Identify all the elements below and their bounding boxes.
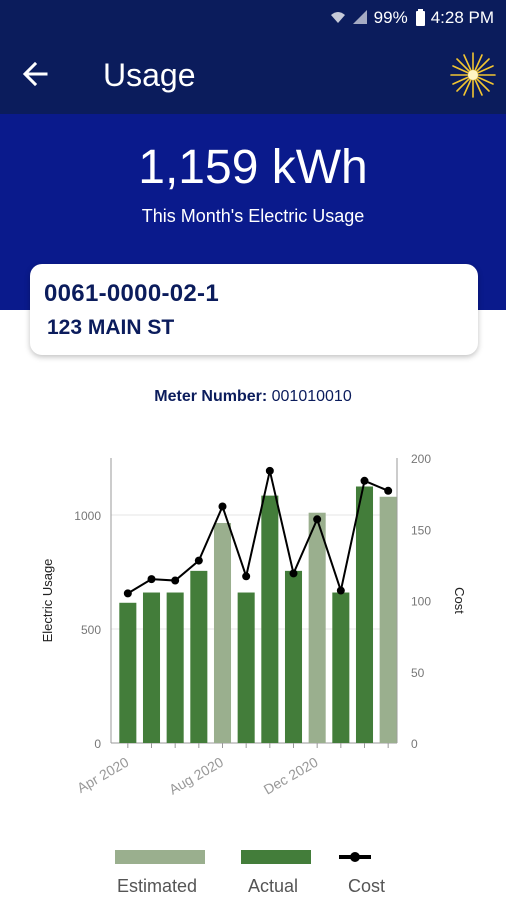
usage-bar <box>237 592 255 743</box>
y2-tick-label: 50 <box>411 666 425 680</box>
cost-point <box>242 572 251 581</box>
cost-point <box>171 576 180 585</box>
cost-point <box>123 589 132 598</box>
legend-label-cost: Cost <box>348 876 386 896</box>
signal-icon <box>352 9 368 27</box>
cost-point <box>194 556 203 565</box>
usage-bar <box>166 592 184 743</box>
usage-bar <box>332 592 350 743</box>
y-tick-label: 500 <box>81 623 101 637</box>
x-tick-label: Aug 2020 <box>166 754 226 798</box>
battery-icon <box>415 8 425 26</box>
chart-legend: Estimated Actual Cost <box>0 846 506 900</box>
y2-tick-label: 200 <box>411 452 431 466</box>
usage-bar <box>379 496 397 743</box>
sunburst-logo-icon <box>448 50 498 100</box>
y-tick-label: 1000 <box>74 509 101 523</box>
cost-point <box>218 502 227 511</box>
cost-point <box>313 515 322 524</box>
usage-bar <box>142 592 161 743</box>
y-axis-title: Electric Usage <box>40 559 55 643</box>
account-card[interactable]: 0061-0000-02-1 123 MAIN ST <box>30 264 478 355</box>
usage-bar <box>213 522 232 743</box>
cost-point <box>360 476 369 485</box>
usage-bar <box>190 570 208 743</box>
meter-number-label: Meter Number: <box>154 388 268 405</box>
page-title: Usage <box>103 57 196 93</box>
x-tick-label: Apr 2020 <box>74 754 131 796</box>
x-tick-label: Dec 2020 <box>261 754 321 798</box>
usage-caption: This Month's Electric Usage <box>141 206 365 226</box>
back-arrow-icon[interactable] <box>22 54 62 94</box>
app-bar: Usage <box>0 36 506 114</box>
y2-tick-label: 100 <box>411 595 431 609</box>
legend-swatch-estimated <box>115 850 205 864</box>
clock: 4:28 PM <box>430 8 494 27</box>
meter-number: Meter Number: 001010010 <box>0 388 506 406</box>
wifi-icon <box>330 10 346 27</box>
battery-percent: 99% <box>373 8 408 27</box>
usage-bar <box>308 512 326 743</box>
meter-number-value: 001010010 <box>271 388 352 405</box>
cost-point <box>384 486 393 495</box>
usage-total: 1,159 kWh <box>138 141 368 194</box>
legend-label-estimated: Estimated <box>117 876 198 896</box>
y-tick-label: 0 <box>94 737 101 751</box>
cost-point <box>289 569 298 578</box>
usage-bar <box>119 602 137 743</box>
legend-swatch-actual <box>241 850 311 864</box>
usage-bar <box>355 486 374 743</box>
status-bar: 99% 4:28 PM <box>0 0 506 36</box>
legend-swatch-cost <box>339 852 371 862</box>
y2-axis-title: Cost <box>452 587 467 614</box>
cost-point <box>147 575 156 584</box>
usage-chart: 0 500 1000 0 50 100 150 200 Apr 2020 Aug 2020 Dec … <box>40 452 467 798</box>
legend-label-actual: Actual <box>248 876 299 896</box>
usage-bar <box>261 495 279 743</box>
y2-tick-label: 150 <box>411 523 431 537</box>
cost-point <box>265 466 274 475</box>
usage-bar <box>284 570 303 743</box>
account-number: 0061-0000-02-1 <box>44 280 220 307</box>
cost-point <box>336 586 345 595</box>
cost-line <box>127 470 389 595</box>
y2-tick-label: 0 <box>411 737 418 751</box>
service-address: 123 MAIN ST <box>47 316 175 339</box>
